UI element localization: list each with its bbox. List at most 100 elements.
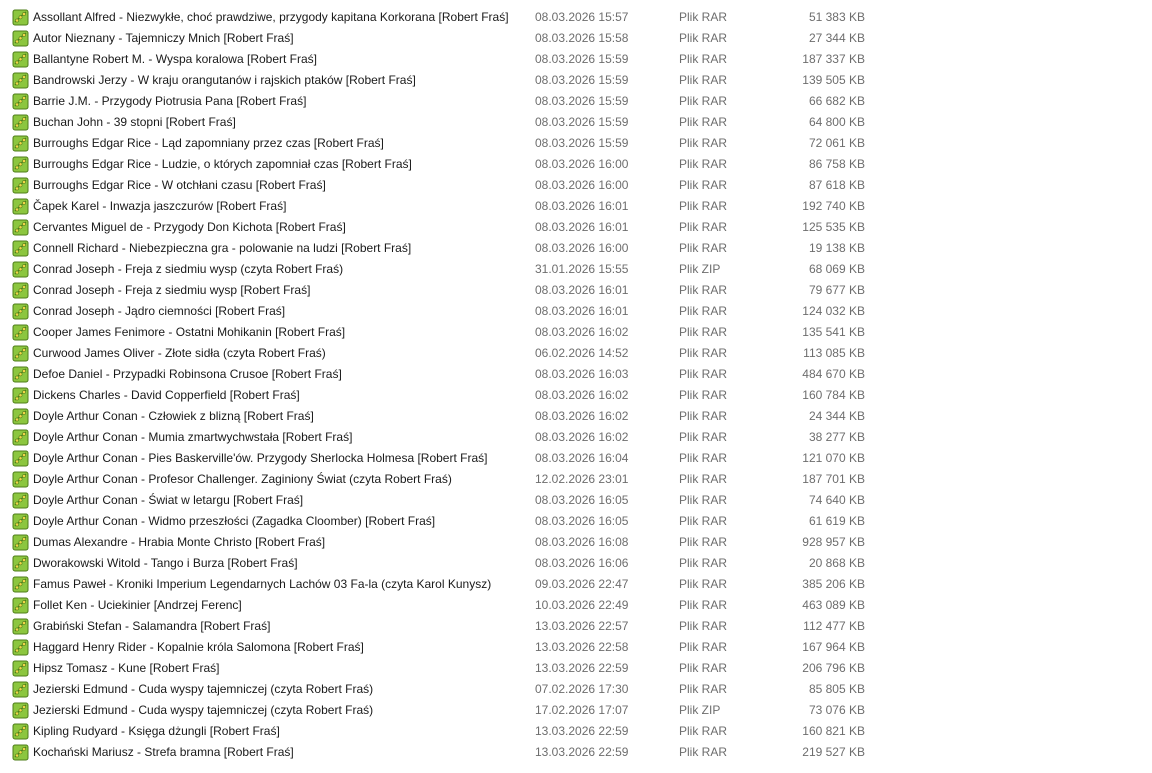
- file-type: Plik RAR: [679, 409, 728, 423]
- file-name: Curwood James Oliver - Złote sidła (czyt…: [33, 346, 326, 360]
- file-size: 87 618 KB: [808, 178, 865, 192]
- file-row[interactable]: Haggard Henry Rider - Kopalnie króla Sal…: [0, 637, 1152, 658]
- file-row[interactable]: Jezierski Edmund - Cuda wyspy tajemnicze…: [0, 679, 1152, 700]
- file-size: 73 076 KB: [808, 703, 865, 717]
- file-row[interactable]: Bandrowski Jerzy - W kraju orangutanów i…: [0, 70, 1152, 91]
- file-row[interactable]: Assollant Alfred - Niezwykłe, choć prawd…: [0, 7, 1152, 28]
- file-type: Plik RAR: [679, 640, 728, 654]
- file-modified-date: 08.03.2026 15:59: [535, 136, 629, 150]
- file-name: Doyle Arthur Conan - Mumia zmartwychwsta…: [33, 430, 353, 444]
- file-modified-date: 08.03.2026 16:00: [535, 157, 629, 171]
- file-type: Plik RAR: [679, 472, 728, 486]
- file-name: Čapek Karel - Inwazja jaszczurów [Robert…: [33, 199, 287, 213]
- file-row[interactable]: Connell Richard - Niebezpieczna gra - po…: [0, 238, 1152, 259]
- file-row[interactable]: Ballantyne Robert M. - Wyspa koralowa [R…: [0, 49, 1152, 70]
- file-name: Doyle Arthur Conan - Świat w letargu [Ro…: [33, 493, 304, 507]
- file-type: Plik RAR: [679, 325, 728, 339]
- file-type: Plik RAR: [679, 136, 728, 150]
- file-row[interactable]: Conrad Joseph - Freja z siedmiu wysp (cz…: [0, 259, 1152, 280]
- file-modified-date: 08.03.2026 16:01: [535, 304, 629, 318]
- file-row[interactable]: Curwood James Oliver - Złote sidła (czyt…: [0, 343, 1152, 364]
- file-row[interactable]: Conrad Joseph - Freja z siedmiu wysp [Ro…: [0, 280, 1152, 301]
- file-row[interactable]: Cooper James Fenimore - Ostatni Mohikani…: [0, 322, 1152, 343]
- file-name: Conrad Joseph - Jądro ciemności [Robert …: [33, 304, 286, 318]
- file-type: Plik RAR: [679, 367, 728, 381]
- file-modified-date: 13.03.2026 22:59: [535, 724, 629, 738]
- file-size: 72 061 KB: [808, 136, 865, 150]
- file-row[interactable]: Hipsz Tomasz - Kune [Robert Fraś] 13.03.…: [0, 658, 1152, 679]
- file-size: 463 089 KB: [802, 598, 865, 612]
- file-size: 160 784 KB: [802, 388, 865, 402]
- file-row[interactable]: Barrie J.M. - Przygody Piotrusia Pana [R…: [0, 91, 1152, 112]
- file-size: 66 682 KB: [808, 94, 865, 108]
- file-type: Plik RAR: [679, 724, 728, 738]
- file-row[interactable]: Doyle Arthur Conan - Mumia zmartwychwsta…: [0, 427, 1152, 448]
- file-type: Plik RAR: [679, 430, 728, 444]
- file-row[interactable]: Autor Nieznany - Tajemniczy Mnich [Rober…: [0, 28, 1152, 49]
- file-size: 38 277 KB: [808, 430, 865, 444]
- file-row[interactable]: Buchan John - 39 stopni [Robert Fraś] 08…: [0, 112, 1152, 133]
- file-row[interactable]: Doyle Arthur Conan - Widmo przeszłości (…: [0, 511, 1152, 532]
- file-row[interactable]: Famus Paweł - Kroniki Imperium Legendarn…: [0, 574, 1152, 595]
- file-type: Plik ZIP: [679, 703, 721, 717]
- file-row[interactable]: Dumas Alexandre - Hrabia Monte Christo […: [0, 532, 1152, 553]
- file-modified-date: 08.03.2026 15:57: [535, 10, 629, 24]
- file-size: 61 619 KB: [808, 514, 865, 528]
- file-name: Doyle Arthur Conan - Profesor Challenger…: [33, 472, 452, 486]
- file-modified-date: 07.02.2026 17:30: [535, 682, 629, 696]
- archive-icon: [12, 282, 29, 299]
- file-row[interactable]: Kochański Mariusz - Strefa bramna [Rober…: [0, 742, 1152, 763]
- file-type: Plik RAR: [679, 598, 728, 612]
- file-row[interactable]: Burroughs Edgar Rice - Ląd zapomniany pr…: [0, 133, 1152, 154]
- file-modified-date: 08.03.2026 16:00: [535, 178, 629, 192]
- file-size: 19 138 KB: [808, 241, 865, 255]
- file-row[interactable]: Jezierski Edmund - Cuda wyspy tajemnicze…: [0, 700, 1152, 721]
- archive-icon: [12, 51, 29, 68]
- file-row[interactable]: Dickens Charles - David Copperfield [Rob…: [0, 385, 1152, 406]
- file-row[interactable]: Defoe Daniel - Przypadki Robinsona Cruso…: [0, 364, 1152, 385]
- file-name: Famus Paweł - Kroniki Imperium Legendarn…: [33, 577, 492, 591]
- file-row[interactable]: Doyle Arthur Conan - Świat w letargu [Ro…: [0, 490, 1152, 511]
- file-row[interactable]: Burroughs Edgar Rice - W otchłani czasu …: [0, 175, 1152, 196]
- file-type: Plik ZIP: [679, 262, 721, 276]
- file-row[interactable]: Cervantes Miguel de - Przygody Don Kicho…: [0, 217, 1152, 238]
- file-type: Plik RAR: [679, 115, 728, 129]
- archive-icon: [12, 681, 29, 698]
- file-modified-date: 08.03.2026 16:01: [535, 220, 629, 234]
- file-modified-date: 08.03.2026 16:04: [535, 451, 629, 465]
- file-size: 484 670 KB: [802, 367, 865, 381]
- file-row[interactable]: Doyle Arthur Conan - Pies Baskerville'ów…: [0, 448, 1152, 469]
- file-row[interactable]: Burroughs Edgar Rice - Ludzie, o których…: [0, 154, 1152, 175]
- archive-icon: [12, 597, 29, 614]
- file-row[interactable]: Grabiński Stefan - Salamandra [Robert Fr…: [0, 616, 1152, 637]
- file-row[interactable]: Doyle Arthur Conan - Profesor Challenger…: [0, 469, 1152, 490]
- file-row[interactable]: Kipling Rudyard - Księga dżungli [Robert…: [0, 721, 1152, 742]
- file-row[interactable]: Dworakowski Witold - Tango i Burza [Robe…: [0, 553, 1152, 574]
- file-modified-date: 08.03.2026 16:02: [535, 325, 629, 339]
- archive-icon: [12, 639, 29, 656]
- file-name: Burroughs Edgar Rice - Ludzie, o których…: [33, 157, 412, 171]
- archive-icon: [12, 30, 29, 47]
- file-row[interactable]: Doyle Arthur Conan - Człowiek z blizną […: [0, 406, 1152, 427]
- archive-icon: [12, 723, 29, 740]
- file-modified-date: 08.03.2026 16:00: [535, 241, 629, 255]
- file-name: Barrie J.M. - Przygody Piotrusia Pana [R…: [33, 94, 307, 108]
- archive-icon: [12, 618, 29, 635]
- file-size: 64 800 KB: [808, 115, 865, 129]
- file-row[interactable]: Follet Ken - Uciekinier [Andrzej Ferenc]…: [0, 595, 1152, 616]
- archive-icon: [12, 93, 29, 110]
- file-modified-date: 08.03.2026 16:05: [535, 514, 629, 528]
- file-type: Plik RAR: [679, 10, 728, 24]
- file-size: 187 337 KB: [802, 52, 865, 66]
- file-size: 51 383 KB: [808, 10, 865, 24]
- file-row[interactable]: Čapek Karel - Inwazja jaszczurów [Robert…: [0, 196, 1152, 217]
- archive-icon: [12, 9, 29, 26]
- file-size: 121 070 KB: [802, 451, 865, 465]
- archive-icon: [12, 156, 29, 173]
- file-name: Cervantes Miguel de - Przygody Don Kicho…: [33, 220, 346, 234]
- archive-icon: [12, 345, 29, 362]
- file-size: 928 957 KB: [802, 535, 865, 549]
- archive-icon: [12, 219, 29, 236]
- file-type: Plik RAR: [679, 745, 728, 759]
- file-row[interactable]: Conrad Joseph - Jądro ciemności [Robert …: [0, 301, 1152, 322]
